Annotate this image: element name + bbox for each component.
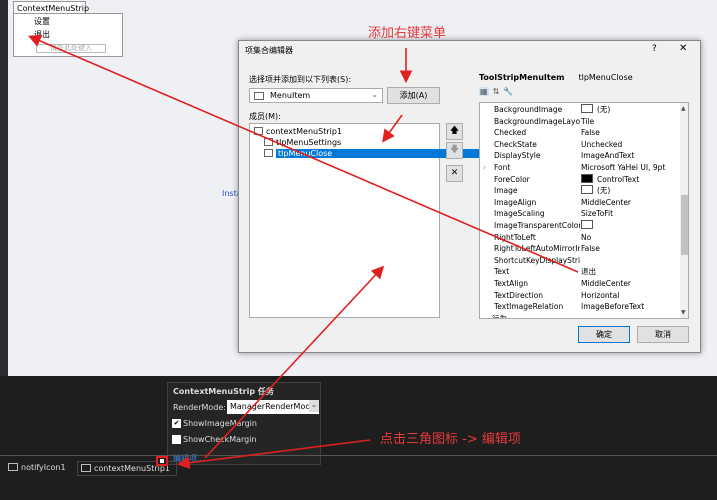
arrow-to-smart-tag <box>176 439 371 470</box>
arrow-to-members <box>382 114 403 143</box>
arrow-to-exit-item <box>28 34 579 273</box>
arrow-to-dialog <box>204 265 385 459</box>
annotation-arrows <box>28 34 579 470</box>
